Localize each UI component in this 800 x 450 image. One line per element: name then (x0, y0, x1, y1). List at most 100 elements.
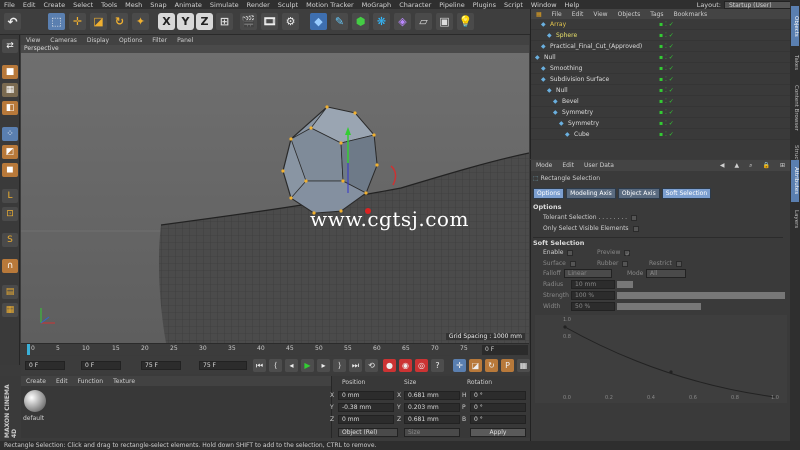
coord-mode-dropdown[interactable]: Object (Rel) (338, 428, 398, 437)
key-position-icon[interactable]: ✛ (453, 359, 466, 372)
timeline-ruler[interactable]: 0 5 10 15 20 25 30 35 40 45 50 55 60 65 … (21, 343, 529, 355)
object-menu-file[interactable]: File (547, 11, 567, 18)
rot-b-field[interactable]: 0 ° (470, 415, 526, 424)
object-menu-tags[interactable]: Tags (645, 11, 668, 18)
layout-dropdown[interactable]: Startup (User) (724, 0, 794, 9)
polygons-mode-icon[interactable]: ◼ (2, 163, 18, 177)
object-row[interactable]: ◆ Smoothing ▪ ⁚ ✓ (531, 63, 791, 74)
object-row[interactable]: ◆ Cube ▪ ⁚ ✓ (531, 129, 791, 140)
default-material-swatch[interactable] (24, 390, 46, 412)
visibility-flags-icon[interactable]: ▪ ⁚ ✓ (659, 107, 674, 118)
menu-simulate[interactable]: Simulate (206, 1, 243, 9)
next-key-icon[interactable]: ⟩ (333, 359, 346, 372)
visibility-flags-icon[interactable]: ▪ ⁚ ✓ (659, 118, 674, 129)
snapping-icon[interactable]: S (2, 233, 18, 247)
loop-icon[interactable]: ⟲ (365, 359, 378, 372)
object-row[interactable]: ◆ Subdivision Surface ▪ ⁚ ✓ (531, 74, 791, 85)
make-editable-icon[interactable]: ⇄ (2, 39, 18, 53)
texture-mode-icon[interactable]: ▦ (2, 83, 18, 97)
object-menu-bookmarks[interactable]: Bookmarks (669, 11, 713, 18)
visibility-flags-icon[interactable]: ▪ ⁚ ✓ (659, 96, 674, 107)
menu-create[interactable]: Create (39, 1, 69, 9)
menu-plugins[interactable]: Plugins (469, 1, 500, 9)
light-icon[interactable]: 💡 (457, 13, 474, 30)
side-tab-takes[interactable]: Takes (791, 50, 799, 75)
side-tab-layers[interactable]: Layers (791, 205, 799, 233)
cloner-icon[interactable]: ❋ (373, 13, 390, 30)
visibility-flags-icon[interactable]: ▪ ⁚ ✓ (659, 19, 674, 30)
side-tab-content-browser[interactable]: Content Browser (791, 78, 799, 138)
start-frame-field[interactable]: 0 F (25, 361, 65, 370)
rubber-checkbox[interactable] (622, 260, 629, 267)
y-axis-button[interactable]: Y (177, 13, 194, 30)
visibility-flags-icon[interactable]: ▪ ⁚ ✓ (659, 85, 674, 96)
surface-checkbox[interactable] (569, 260, 576, 267)
points-mode-icon[interactable]: ⁘ (2, 127, 18, 141)
back-arrow-icon[interactable]: ◀ (715, 162, 730, 169)
size-y-field[interactable]: 0.203 mm (404, 403, 460, 412)
up-arrow-icon[interactable]: ▲ (729, 162, 744, 169)
pos-y-field[interactable]: -0.38 mm (338, 403, 394, 412)
tweak-icon[interactable]: ⊡ (2, 207, 18, 221)
model-mode-icon[interactable]: ■ (2, 65, 18, 79)
object-row[interactable]: ◆ Sphere ▪ ⁚ ✓ (531, 30, 791, 41)
visibility-flags-icon[interactable]: ▪ ⁚ ✓ (659, 30, 674, 41)
object-menu-view[interactable]: View (588, 11, 612, 18)
workplane-grid-icon[interactable]: ▦ (2, 303, 18, 317)
tolerant-selection-checkbox[interactable] (631, 214, 638, 221)
go-to-start-icon[interactable]: ⏮ (253, 359, 266, 372)
attr-menu-edit[interactable]: Edit (557, 162, 579, 169)
falloff-dropdown[interactable]: Linear (564, 269, 612, 278)
visibility-flags-icon[interactable]: ▪ ⁚ ✓ (659, 52, 674, 63)
z-axis-button[interactable]: Z (196, 13, 213, 30)
key-scale-icon[interactable]: ◪ (469, 359, 482, 372)
lock-icon[interactable]: 🔒 (757, 162, 774, 169)
deformer-icon[interactable]: ◈ (394, 13, 411, 30)
tab-options[interactable]: Options (533, 188, 565, 199)
edges-mode-icon[interactable]: ◩ (2, 145, 18, 159)
end-frame-field[interactable]: 75 F (199, 361, 247, 370)
visibility-flags-icon[interactable]: ▪ ⁚ ✓ (659, 74, 674, 85)
menu-select[interactable]: Select (69, 1, 97, 9)
subdivision-icon[interactable]: ⬢ (352, 13, 369, 30)
object-row[interactable]: ◆ Symmetry ▪ ⁚ ✓ (531, 118, 791, 129)
magnet-icon[interactable]: ∩ (2, 259, 18, 273)
current-frame-field[interactable]: 0 F (482, 345, 528, 355)
menu-animate[interactable]: Animate (171, 1, 206, 9)
viewport-menu-cameras[interactable]: Cameras (45, 37, 82, 44)
size-z-field[interactable]: 0.681 mm (404, 415, 460, 424)
recent-tools-icon[interactable]: ✦ (132, 13, 149, 30)
scale-icon[interactable]: ◪ (90, 13, 107, 30)
object-menu-objects[interactable]: Objects (613, 11, 646, 18)
tab-soft-selection[interactable]: Soft Selection (661, 188, 712, 199)
preview-start-field[interactable]: 0 F (81, 361, 121, 370)
object-row[interactable]: ◆ Null ▪ ⁚ ✓ (531, 85, 791, 96)
size-x-field[interactable]: 0.681 mm (404, 391, 460, 400)
preview-end-field[interactable]: 75 F (141, 361, 181, 370)
tab-modeling-axis[interactable]: Modeling Axis (566, 188, 616, 199)
material-menu-texture[interactable]: Texture (108, 378, 140, 385)
key-rotation-icon[interactable]: ↻ (485, 359, 498, 372)
viewport-menu-view[interactable]: View (21, 37, 45, 44)
previous-key-icon[interactable]: ⟨ (269, 359, 282, 372)
rot-h-field[interactable]: 0 ° (470, 391, 526, 400)
pos-x-field[interactable]: 0 mm (338, 391, 394, 400)
side-tab-attributes[interactable]: Attributes (791, 160, 799, 202)
undo-icon[interactable]: ↶ (4, 13, 21, 30)
menu-mograph[interactable]: MoGraph (358, 1, 396, 9)
lock-workplane-icon[interactable]: ▤ (2, 285, 18, 299)
play-icon[interactable]: ▶ (301, 359, 314, 372)
object-row[interactable]: ◆ Bevel ▪ ⁚ ✓ (531, 96, 791, 107)
x-axis-button[interactable]: X (158, 13, 175, 30)
visibility-flags-icon[interactable]: ▪ ⁚ ✓ (659, 129, 674, 140)
menu-script[interactable]: Script (500, 1, 527, 9)
new-window-icon[interactable]: ⊞ (775, 162, 790, 169)
object-row[interactable]: ◆ Null ▪ ⁚ ✓ (531, 52, 791, 63)
floor-icon[interactable]: ▱ (415, 13, 432, 30)
go-to-end-icon[interactable]: ⏭ (349, 359, 362, 372)
preview-checkbox[interactable]: ✓ (624, 249, 630, 258)
previous-frame-icon[interactable]: ◂ (285, 359, 298, 372)
coordinate-system-icon[interactable]: ⊞ (216, 13, 233, 30)
restrict-checkbox[interactable] (675, 260, 682, 267)
render-picture-viewer-icon[interactable]: 🎞 (261, 13, 278, 30)
